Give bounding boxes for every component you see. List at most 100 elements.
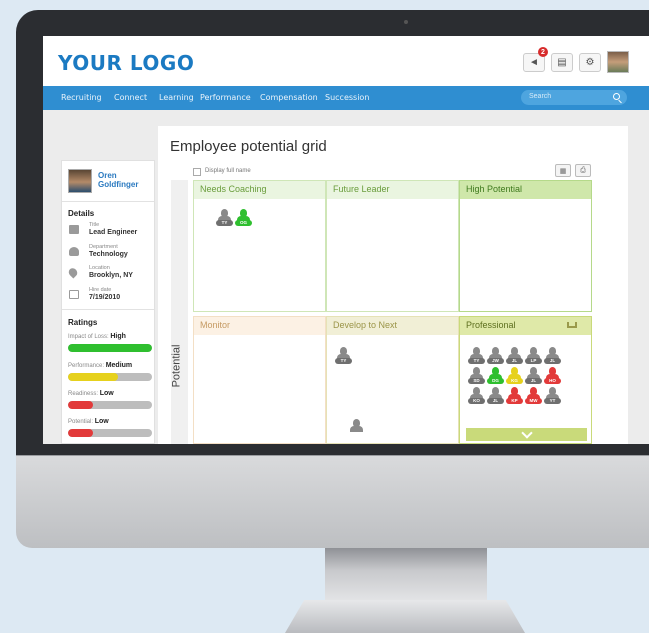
profile-first-name: Oren [98,171,117,180]
person-initials: KG [506,378,523,384]
employee-avatar[interactable]: LP [525,347,542,364]
rating-value: High [110,333,126,340]
potential-grid: Display full name ▦ ⎙ Potential Needs Co… [170,160,607,444]
nav-item-succession[interactable]: Succession [325,93,369,102]
employee-avatar[interactable]: DG [487,367,504,384]
person-initials: JL [525,378,542,384]
rating-value: Low [94,418,109,425]
department-label: Department [89,244,118,250]
employee-avatar[interactable]: TY [468,347,485,364]
people-row: KO JL KP MW YT [468,387,561,404]
hire-date-value: 7/19/2010 [89,294,121,301]
people-icon [69,247,79,256]
rating-bar-fill [68,344,152,352]
employee-avatar[interactable]: MW [525,387,542,404]
person-initials: MW [525,398,542,404]
divider [62,201,154,202]
megaphone-button[interactable]: ◄ 2 [523,47,548,72]
display-full-name-label: Display full name [205,168,251,174]
people-row: TY OG [216,209,252,226]
rating-value: Medium [105,362,133,369]
top-icons: ◄ 2 ▤ ⚙ [523,47,629,73]
title-value: Lead Engineer [89,229,138,236]
settings-button[interactable]: ⚙ [579,53,601,72]
cell-title: Future Leader [327,181,458,199]
profile-last-name: Goldfinger [98,180,139,189]
person-initials: HO [544,378,561,384]
scroll-down-button[interactable] [466,426,587,441]
employee-avatar[interactable] [349,419,364,436]
rating-bar [68,401,152,409]
person-initials: TY [468,358,485,364]
employee-avatar[interactable]: JL [506,347,523,364]
employee-avatar[interactable]: YT [544,387,561,404]
rating-bar-fill [68,429,94,437]
chevron-down-icon [520,426,533,439]
employee-avatar[interactable]: JL [525,367,542,384]
monitor-chin [16,455,649,548]
employee-avatar[interactable]: JL [487,387,504,404]
profile-card: Oren Goldfinger Details Title Lead Engin… [61,160,155,444]
search-input[interactable]: Search [521,90,627,105]
person-initials: OG [235,220,252,226]
employee-avatar[interactable]: KP [506,387,523,404]
person-initials: TY [216,220,233,226]
axis-strip [171,180,188,444]
employee-avatar[interactable]: TY [335,347,352,364]
rating-impact-of-loss: Impact of Loss: High [68,333,126,340]
nav-item-compensation[interactable]: Compensation [260,93,318,102]
person-initials: KO [468,398,485,404]
nav-item-recruiting[interactable]: Recruiting [61,93,102,102]
top-bar: YOUR LOGO ◄ 2 ▤ ⚙ [43,36,649,86]
search-icon[interactable] [613,93,620,100]
employee-avatar[interactable]: KG [506,367,523,384]
hierarchy-icon[interactable] [567,322,577,328]
rating-bar-fill [68,401,94,409]
rating-bar [68,373,152,381]
employee-avatar[interactable]: TY [216,209,233,226]
nav-item-performance[interactable]: Performance [200,93,251,102]
rating-label: Readiness: [68,391,99,397]
profile-avatar [68,169,92,193]
rating-bar [68,344,152,352]
employee-avatar[interactable]: SD [468,367,485,384]
monitor-neck [325,548,487,604]
logo[interactable]: YOUR LOGO [58,51,194,75]
page-title: Employee potential grid [170,138,327,155]
nav-item-connect[interactable]: Connect [114,93,147,102]
location-label: Location [89,265,110,271]
rating-bar [68,429,152,437]
cell-title: Develop to Next [327,317,458,335]
employee-avatar[interactable]: OG [235,209,252,226]
person-initials: JW [487,358,504,364]
avatar[interactable] [607,51,629,73]
main-nav: Recruiting Connect Learning Performance … [43,86,649,110]
rating-potential: Potential: Low [68,418,109,425]
rating-readiness: Readiness: Low [68,390,114,397]
display-full-name-checkbox[interactable] [193,168,201,176]
cell-title: Monitor [194,317,325,335]
rating-label: Impact of Loss: [68,334,109,340]
briefcase-icon [69,225,79,234]
print-button[interactable]: ⎙ [575,164,591,177]
print-icon: ⎙ [580,166,586,174]
employee-avatar[interactable]: JW [487,347,504,364]
location-value: Brooklyn, NY [89,272,133,279]
cart-button[interactable]: ▤ [551,53,573,72]
profile-name[interactable]: Oren Goldfinger [98,171,138,189]
cell-title: High Potential [460,181,591,199]
export-button[interactable]: ▦ [555,164,571,177]
employee-avatar[interactable]: HO [544,367,561,384]
people-group: TY OG [208,209,252,229]
screen: YOUR LOGO ◄ 2 ▤ ⚙ Recruiting Connect Lea… [43,36,649,444]
cell-monitor: Monitor [193,316,326,444]
person-initials: LP [525,358,542,364]
employee-avatar[interactable]: JL [544,347,561,364]
person-initials: KP [506,398,523,404]
employee-avatar[interactable]: KO [468,387,485,404]
rating-label: Performance: [68,363,105,369]
person-initials: JL [506,358,523,364]
axis-label: Potential [170,344,183,388]
details-title: Details [68,209,95,218]
nav-item-learning[interactable]: Learning [159,93,194,102]
